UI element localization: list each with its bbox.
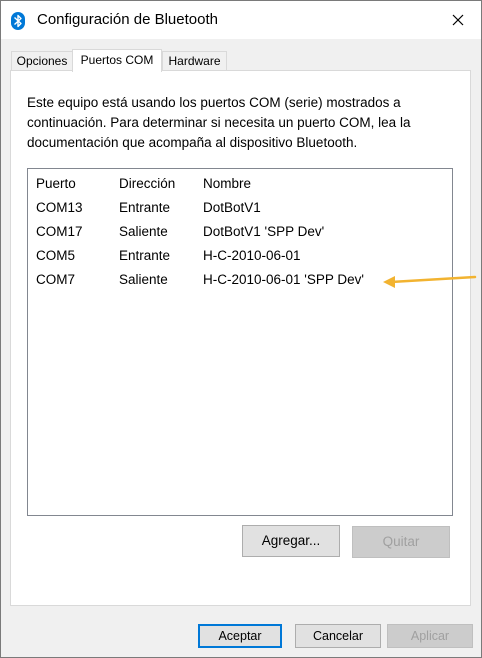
name-cell: DotBotV1 <box>203 200 261 215</box>
tab-opciones[interactable]: Opciones <box>11 51 73 70</box>
list-item[interactable]: COM5 Entrante H-C-2010-06-01 <box>28 244 452 268</box>
direction-cell: Entrante <box>119 200 171 215</box>
bluetooth-icon <box>11 12 25 30</box>
direction-cell: Saliente <box>119 224 168 239</box>
name-cell: H-C-2010-06-01 'SPP Dev' <box>203 272 364 287</box>
list-header: Puerto Dirección Nombre <box>28 172 452 196</box>
list-item[interactable]: COM13 Entrante DotBotV1 <box>28 196 452 220</box>
com-ports-list[interactable]: Puerto Dirección Nombre COM13 Entrante D… <box>27 168 453 516</box>
column-header-nombre[interactable]: Nombre <box>203 172 251 196</box>
add-button[interactable]: Agregar... <box>242 525 340 557</box>
title-bar: Configuración de Bluetooth <box>1 1 481 39</box>
name-cell: H-C-2010-06-01 <box>203 248 301 263</box>
apply-button[interactable]: Aplicar <box>387 624 473 648</box>
port-cell: COM13 <box>36 200 83 215</box>
port-cell: COM5 <box>36 248 76 263</box>
close-button[interactable] <box>445 7 471 33</box>
name-cell: DotBotV1 'SPP Dev' <box>203 224 325 239</box>
ok-button[interactable]: Aceptar <box>198 624 282 648</box>
cancel-button[interactable]: Cancelar <box>295 624 381 648</box>
direction-cell: Entrante <box>119 248 171 263</box>
port-cell: COM7 <box>36 272 76 287</box>
description-text: Este equipo está usando los puertos COM … <box>27 95 411 150</box>
bluetooth-settings-dialog: Configuración de Bluetooth Opciones Puer… <box>0 0 482 658</box>
tab-puertos-com[interactable]: Puertos COM <box>72 49 162 72</box>
column-header-direccion[interactable]: Dirección <box>119 172 175 196</box>
tab-panel-puertos-com: Este equipo está usando los puertos COM … <box>10 70 471 606</box>
direction-cell: Saliente <box>119 272 168 287</box>
tab-hardware[interactable]: Hardware <box>162 51 227 70</box>
port-cell: COM17 <box>36 224 83 239</box>
window-title: Configuración de Bluetooth <box>37 11 218 28</box>
annotation-arrow-icon <box>383 275 477 288</box>
close-icon <box>452 14 464 26</box>
remove-button[interactable]: Quitar <box>352 526 450 558</box>
list-item[interactable]: COM17 Saliente DotBotV1 'SPP Dev' <box>28 220 452 244</box>
column-header-puerto[interactable]: Puerto <box>36 172 76 196</box>
